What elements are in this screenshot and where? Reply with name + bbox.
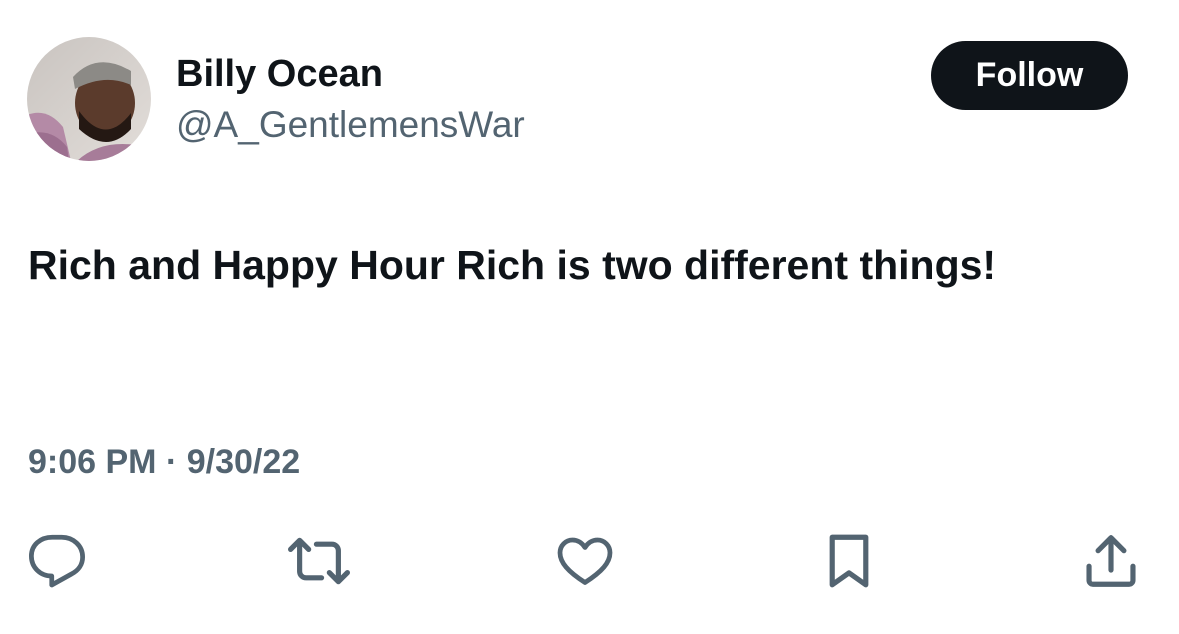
retweet-icon [288, 537, 350, 585]
reply-icon [29, 534, 85, 588]
like-icon [557, 537, 613, 585]
reply-button[interactable] [26, 530, 88, 592]
retweet-button[interactable] [288, 530, 350, 592]
profile-photo [27, 37, 151, 161]
display-name[interactable]: Billy Ocean [176, 50, 383, 98]
tweet-text: Rich and Happy Hour Rich is two differen… [28, 242, 997, 288]
like-button[interactable] [554, 530, 616, 592]
bookmark-button[interactable] [818, 530, 880, 592]
bookmark-icon [829, 534, 869, 588]
share-icon [1086, 535, 1136, 587]
user-handle[interactable]: @A_GentlemensWar [176, 102, 525, 148]
tweet-timestamp[interactable]: 9:06 PM · 9/30/22 [28, 440, 300, 484]
follow-button[interactable]: Follow [931, 41, 1128, 110]
avatar[interactable] [27, 37, 151, 161]
share-button[interactable] [1080, 530, 1142, 592]
